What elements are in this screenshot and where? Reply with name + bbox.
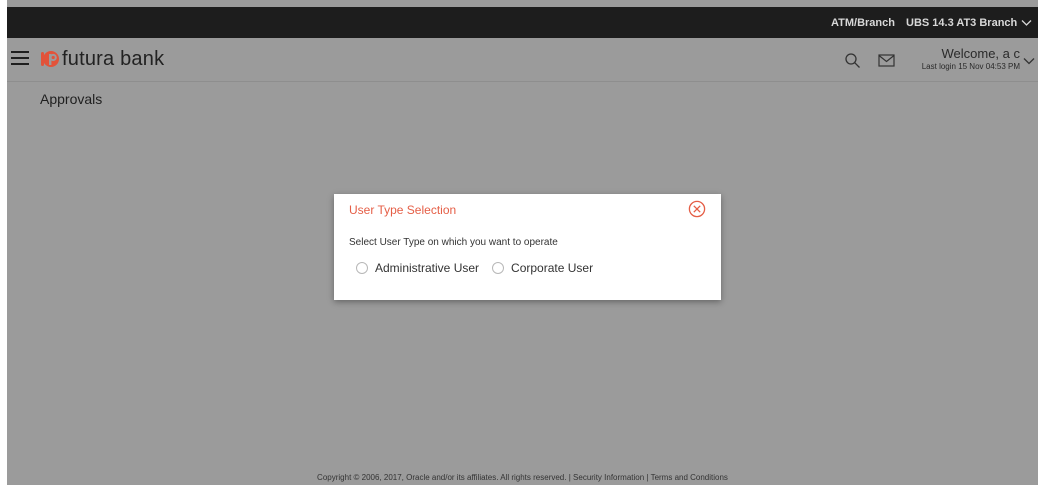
user-menu[interactable]: Welcome, a c Last login 15 Nov 04:53 PM [900,46,1020,73]
welcome-text: Welcome, a c [941,46,1020,61]
corporate-user-radio[interactable]: Corporate User [492,261,593,275]
top-bar: ATM/Branch UBS 14.3 AT3 Branch [7,7,1038,38]
atm-branch-link[interactable]: ATM/Branch [831,17,895,29]
search-icon[interactable] [844,52,861,69]
page-title: Approvals [40,91,103,107]
terms-and-conditions-link[interactable]: Terms and Conditions [651,473,728,482]
administrative-user-radio[interactable]: Administrative User [356,261,479,275]
close-circle-icon[interactable] [688,200,706,218]
footer-separator: | [568,473,571,482]
chevron-down-icon [1021,20,1032,26]
branch-label: UBS 14.3 AT3 Branch [906,17,1018,29]
last-login-text: Last login 15 Nov 04:53 PM [921,62,1020,71]
branch-selector[interactable]: UBS 14.3 AT3 Branch [906,17,1032,29]
user-type-selection-dialog: User Type Selection Select User Type on … [334,194,721,300]
chevron-down-icon[interactable] [1023,57,1035,65]
radio-label: Corporate User [511,261,594,275]
brand-name[interactable]: futura bank [62,48,164,71]
futura-logo-icon [41,51,59,67]
radio-button[interactable] [356,262,368,274]
security-information-link[interactable]: Security Information [573,473,644,482]
dialog-title: User Type Selection [349,203,457,217]
radio-button[interactable] [492,262,505,274]
copyright-text: Copyright © 2006, 2017, Oracle and/or it… [317,473,567,482]
hamburger-icon[interactable] [11,51,29,67]
footer: Copyright © 2006, 2017, Oracle and/or it… [7,470,1038,485]
radio-label: Administrative User [375,261,480,275]
dialog-prompt: Select User Type on which you want to op… [349,237,558,248]
app-header: futura bank Welcome, a c Last login 15 N… [7,38,1038,82]
footer-separator: | [646,473,649,482]
user-type-radio-group: Administrative User Corporate User [356,261,606,275]
mail-icon[interactable] [878,54,895,67]
